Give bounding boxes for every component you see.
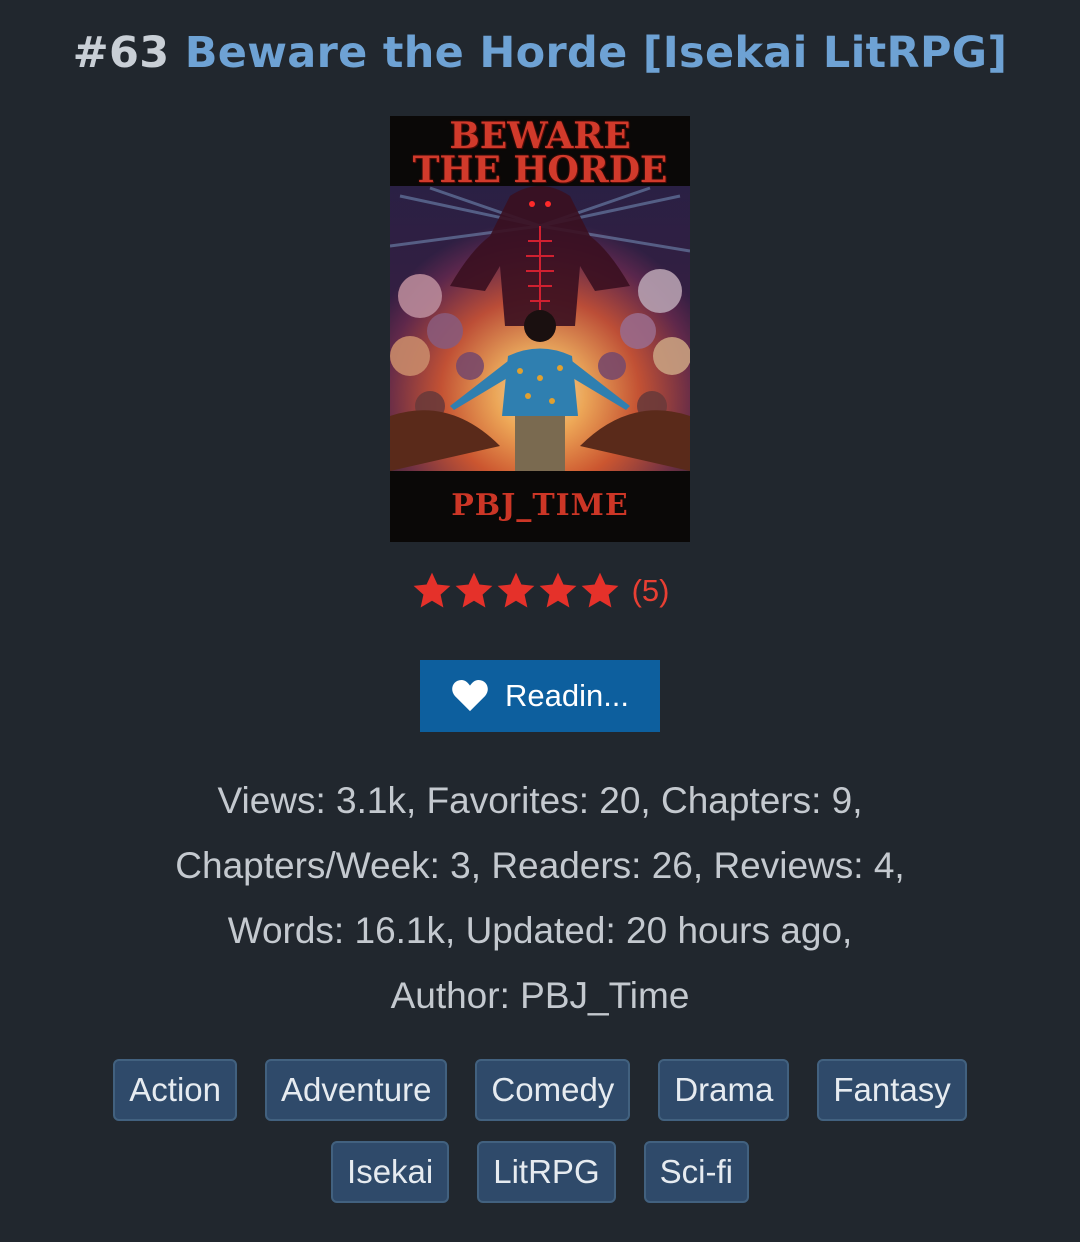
star-icon <box>497 572 534 608</box>
story-rank: #63 <box>72 28 170 78</box>
rating-count: (5) <box>631 573 670 608</box>
story-heading: #63 Beware the Horde [Isekai LitRPG] <box>0 28 1080 78</box>
reading-list-label: Readin... <box>504 678 630 713</box>
star-icon <box>539 572 576 608</box>
stats-line: Words: 16.1k, Updated: 20 hours ago, <box>227 910 853 951</box>
stats-line: Chapters/Week: 3, Readers: 26, Reviews: … <box>175 845 905 886</box>
tag-adventure[interactable]: Adventure <box>264 1059 448 1121</box>
star-icon <box>581 572 618 608</box>
tag-sci-fi[interactable]: Sci-fi <box>643 1141 749 1203</box>
cover-title-line2: THE HORDE <box>412 149 668 191</box>
tag-action[interactable]: Action <box>113 1059 237 1121</box>
tag-list: Isekai LitRPG Sci-fi <box>60 1141 1020 1203</box>
tag-list: Action Adventure Comedy Drama Fantasy <box>60 1059 1020 1121</box>
tag-isekai[interactable]: Isekai <box>331 1141 450 1203</box>
cover-author: PBJ_TIME <box>451 488 629 523</box>
story-stats: Views: 3.1k, Favorites: 20, Chapters: 9,… <box>90 768 990 1028</box>
story-title-link[interactable]: Beware the Horde [Isekai LitRPG] <box>185 28 1008 78</box>
tag-fantasy[interactable]: Fantasy <box>817 1059 967 1121</box>
stars <box>411 570 621 612</box>
star-rating: (5) <box>0 570 1080 612</box>
stats-line: Views: 3.1k, Favorites: 20, Chapters: 9, <box>217 780 863 821</box>
cover-image[interactable]: BEWARE THE HORDE PBJ_TIME <box>390 116 690 542</box>
tag-comedy[interactable]: Comedy <box>475 1059 631 1121</box>
heart-icon <box>452 679 488 712</box>
tag-drama[interactable]: Drama <box>658 1059 790 1121</box>
stats-line: Author: PBJ_Time <box>390 975 690 1016</box>
tag-litrpg[interactable]: LitRPG <box>477 1141 616 1203</box>
star-icon <box>413 572 450 608</box>
story-page: #63 Beware the Horde [Isekai LitRPG] BEW… <box>0 0 1080 1242</box>
star-icon <box>455 572 492 608</box>
reading-list-button[interactable]: Readin... <box>420 660 660 732</box>
